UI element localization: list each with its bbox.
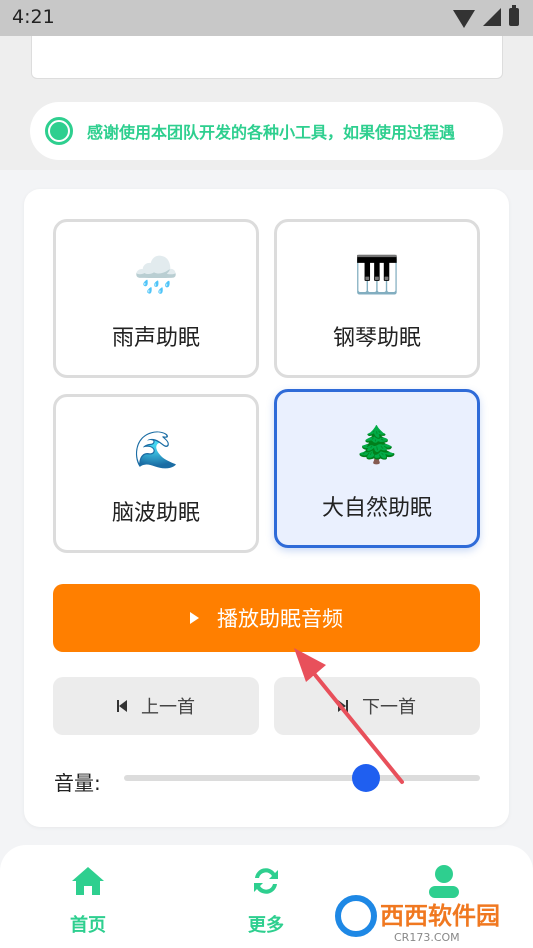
notice-banner[interactable]: 感谢使用本团队开发的各种小工具，如果使用过程遇: [30, 102, 503, 160]
sound-tile-label: 脑波助眠: [111, 501, 200, 526]
skip-previous-icon: [117, 700, 127, 712]
notice-dot-icon: [45, 117, 73, 145]
volume-label: 音量:: [54, 771, 101, 795]
sleep-sound-panel: 🌧️ 雨声助眠 🎹 钢琴助眠 🌊 脑波助眠 🌲 大自然助眠 播放助眠音频 上一首…: [24, 189, 509, 827]
skip-next-icon: [338, 700, 348, 712]
previous-track-label: 上一首: [141, 697, 195, 718]
tab-profile[interactable]: [394, 861, 494, 901]
signal-icon: [483, 8, 501, 26]
status-bar: 4:21: [0, 0, 533, 36]
volume-slider-thumb[interactable]: [352, 764, 381, 792]
previous-track-button[interactable]: 上一首: [53, 677, 259, 735]
sound-tile-brainwave[interactable]: 🌊 脑波助眠: [53, 394, 259, 553]
bottom-tab-bar: 首页 更多: [0, 845, 533, 948]
sound-tile-piano[interactable]: 🎹 钢琴助眠: [274, 219, 480, 378]
user-icon: [394, 861, 494, 901]
wave-icon: 🌊: [133, 430, 179, 471]
home-icon: [38, 861, 138, 901]
sound-tile-rain[interactable]: 🌧️ 雨声助眠: [53, 219, 259, 378]
refresh-icon: [216, 861, 316, 901]
tab-more-label: 更多: [248, 915, 284, 936]
play-audio-label: 播放助眠音频: [217, 607, 343, 631]
sound-tile-label: 大自然助眠: [321, 496, 432, 521]
volume-slider-track[interactable]: [124, 775, 480, 781]
status-icons: [453, 5, 519, 28]
tree-icon: 🌲: [354, 425, 400, 466]
notice-text: 感谢使用本团队开发的各种小工具，如果使用过程遇: [87, 123, 456, 142]
top-card: [31, 36, 503, 79]
play-icon: [190, 612, 199, 624]
rain-cloud-icon: 🌧️: [133, 255, 179, 296]
tab-home[interactable]: 首页: [38, 861, 138, 937]
tab-home-label: 首页: [70, 915, 106, 936]
wifi-icon: [453, 10, 475, 28]
next-track-label: 下一首: [362, 697, 416, 718]
next-track-button[interactable]: 下一首: [274, 677, 480, 735]
sound-tile-label: 钢琴助眠: [332, 326, 421, 351]
tab-more[interactable]: 更多: [216, 861, 316, 937]
play-audio-button[interactable]: 播放助眠音频: [53, 584, 480, 652]
piano-icon: 🎹: [354, 255, 400, 296]
battery-icon: [509, 5, 519, 26]
status-time: 4:21: [12, 6, 55, 28]
sound-tile-nature[interactable]: 🌲 大自然助眠: [274, 389, 480, 548]
sound-tile-label: 雨声助眠: [111, 326, 200, 351]
